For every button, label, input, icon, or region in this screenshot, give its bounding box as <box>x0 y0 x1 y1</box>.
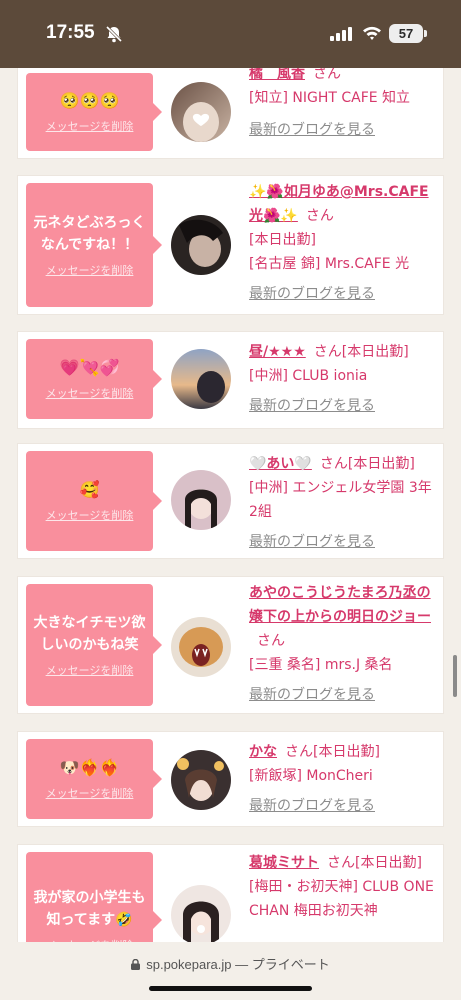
cast-info: かな さん[本日出勤] [新飯塚] MonCheri 最新のブログを見る <box>249 740 439 818</box>
honorific: さん <box>285 744 313 760</box>
honorific: さん <box>313 68 341 82</box>
honorific: さん <box>327 855 355 871</box>
lock-icon <box>131 959 141 970</box>
avatar[interactable] <box>171 215 231 275</box>
cast-info: 昼/★★★ さん[本日出勤] [中洲] CLUB ionia 最新のブログを見る <box>249 340 439 418</box>
work-status: [本日出勤] <box>355 855 422 871</box>
cast-name-link[interactable]: かな <box>249 744 277 760</box>
cast-info: 🤍あい🤍 さん[本日出勤] [中洲] エンジェル女学園 3年2組 最新のブログを見… <box>249 452 439 554</box>
cast-name-link[interactable]: 🤍あい🤍 <box>249 456 312 472</box>
shop-name: [名古屋 錦] Mrs.CAFE 光 <box>249 256 410 272</box>
cast-name-link[interactable]: あやのこうじうたまろ乃丞の嬢下の上からの明日のジョー <box>249 585 431 625</box>
avatar[interactable] <box>171 885 231 942</box>
message-card: 元ネタどぶろっくなんですね！！ メッセージを削除 ✨🌺如月ゆあ@Mrs.CAFE… <box>18 176 443 314</box>
avatar[interactable] <box>171 82 231 142</box>
latest-blog-link[interactable]: 最新のブログを見る <box>249 118 439 142</box>
shop-name: [中洲] エンジェル女学園 3年2組 <box>249 480 432 520</box>
message-bubble: 🥺🥺🥺 メッセージを削除 <box>26 73 162 151</box>
avatar[interactable] <box>171 349 231 409</box>
avatar[interactable] <box>171 750 231 810</box>
message-bubble: 💗💘💞 メッセージを削除 <box>26 339 162 419</box>
delete-message-link[interactable]: メッセージを削除 <box>46 385 134 401</box>
wifi-icon <box>363 26 381 40</box>
scrollbar[interactable] <box>453 655 457 697</box>
honorific: さん <box>257 633 285 649</box>
honorific: さん <box>305 208 334 224</box>
message-text: 元ネタどぶろっくなんですね！！ <box>33 215 146 253</box>
shop-name: [梅田・お初天神] CLUB ONE CHAN 梅田お初天神 <box>249 879 434 919</box>
latest-blog-link[interactable]: 最新のブログを見る <box>249 394 439 418</box>
delete-message-link[interactable]: メッセージを削除 <box>46 118 134 134</box>
delete-message-link[interactable]: メッセージを削除 <box>46 662 134 678</box>
bell-off-icon <box>105 25 123 43</box>
private-mode-label: — プライベート <box>235 957 330 972</box>
delete-message-link[interactable]: メッセージを削除 <box>46 507 134 523</box>
message-bubble: 🥰 メッセージを削除 <box>26 451 162 551</box>
message-bubble: 我が家の小学生も知ってます🤣 メッセージを削除 <box>26 852 162 942</box>
signal-icon <box>330 27 352 41</box>
message-bubble: 大きなイチモツ欲しいのかもね笑 メッセージを削除 <box>26 584 162 706</box>
latest-blog-link[interactable]: 最新のブログを見る <box>249 794 439 818</box>
cast-name-link[interactable]: 葛城ミサト <box>249 855 319 871</box>
avatar[interactable] <box>171 470 231 530</box>
message-bubble: 元ネタどぶろっくなんですね！！ メッセージを削除 <box>26 183 162 307</box>
shop-name: [知立] NIGHT CAFE 知立 <box>249 90 411 106</box>
status-time: 17:55 <box>46 22 95 43</box>
cast-info: ✨🌺如月ゆあ@Mrs.CAFE光🌺✨ さん [本日出勤] [名古屋 錦] Mrs.… <box>249 180 439 306</box>
url-domain: sp.pokepara.jp <box>146 957 232 972</box>
url-text[interactable]: sp.pokepara.jp — プライベート <box>0 954 461 973</box>
message-card: 大きなイチモツ欲しいのかもね笑 メッセージを削除 あやのこうじうたまろ乃丞の嬢下… <box>18 577 443 713</box>
home-indicator[interactable] <box>149 986 312 991</box>
work-status: [本日出勤] <box>341 344 409 360</box>
status-bar: 17:55 57 <box>0 0 461 68</box>
shop-name: [三重 桑名] mrs.J 桑名 <box>249 657 393 673</box>
message-card: 🐶❤️‍🔥❤️‍🔥 メッセージを削除 かな さん[本日出勤] [新飯塚] MonC… <box>18 732 443 826</box>
message-list: 🥺🥺🥺 メッセージを削除 橘 風香 さん [知立] NIGHT CAFE 知立 最… <box>0 68 461 942</box>
message-card: 我が家の小学生も知ってます🤣 メッセージを削除 葛城ミサトさん[本日出勤] [梅… <box>18 845 443 942</box>
latest-blog-link[interactable]: 最新のブログを見る <box>249 683 439 707</box>
latest-blog-link[interactable]: 最新のブログを見る <box>249 530 439 554</box>
message-card: 💗💘💞 メッセージを削除 昼/★★★ さん[本日出勤] [中洲] CLUB ion… <box>18 332 443 428</box>
shop-name: [中洲] CLUB ionia <box>249 368 368 384</box>
delete-message-link[interactable]: メッセージを削除 <box>46 785 134 801</box>
cast-info: あやのこうじうたまろ乃丞の嬢下の上からの明日のジョーさん [三重 桑名] mrs… <box>249 581 439 707</box>
cast-info: 橘 風香 さん [知立] NIGHT CAFE 知立 最新のブログを見る <box>249 68 439 142</box>
cast-name-link[interactable]: 橘 風香 <box>249 68 305 82</box>
message-text: 🥰 <box>79 480 100 499</box>
avatar[interactable] <box>171 617 231 677</box>
delete-message-link[interactable]: メッセージを削除 <box>46 262 134 278</box>
work-status: [本日出勤] <box>347 456 415 472</box>
cast-name-link[interactable]: 昼/★★★ <box>249 344 306 360</box>
message-text: 大きなイチモツ欲しいのかもね笑 <box>33 615 146 653</box>
work-status: [本日出勤] <box>249 232 316 248</box>
url-bar[interactable]: sp.pokepara.jp — プライベート <box>0 942 461 1000</box>
battery-icon: 57 <box>389 24 427 43</box>
message-text: 🐶❤️‍🔥❤️‍🔥 <box>59 758 120 777</box>
message-text: 🥺🥺🥺 <box>59 91 120 110</box>
work-status: [本日出勤] <box>313 744 380 760</box>
honorific: さん <box>313 344 342 360</box>
cast-info: 葛城ミサト さん[本日出勤] [梅田・お初天神] CLUB ONE CHAN 梅田… <box>249 851 439 923</box>
message-card: 🥰 メッセージを削除 🤍あい🤍 さん[本日出勤] [中洲] エンジェル女学園 3年… <box>18 444 443 558</box>
honorific: さん <box>319 456 348 472</box>
message-text: 我が家の小学生も知ってます🤣 <box>33 890 146 928</box>
shop-name: [新飯塚] MonCheri <box>249 768 373 784</box>
message-text: 💗💘💞 <box>59 358 120 377</box>
message-card: 🥺🥺🥺 メッセージを削除 橘 風香 さん [知立] NIGHT CAFE 知立 最… <box>18 68 443 158</box>
latest-blog-link[interactable]: 最新のブログを見る <box>249 282 439 306</box>
cast-name-link[interactable]: ✨🌺如月ゆあ@Mrs.CAFE光🌺✨ <box>249 184 429 224</box>
message-bubble: 🐶❤️‍🔥❤️‍🔥 メッセージを削除 <box>26 739 162 819</box>
